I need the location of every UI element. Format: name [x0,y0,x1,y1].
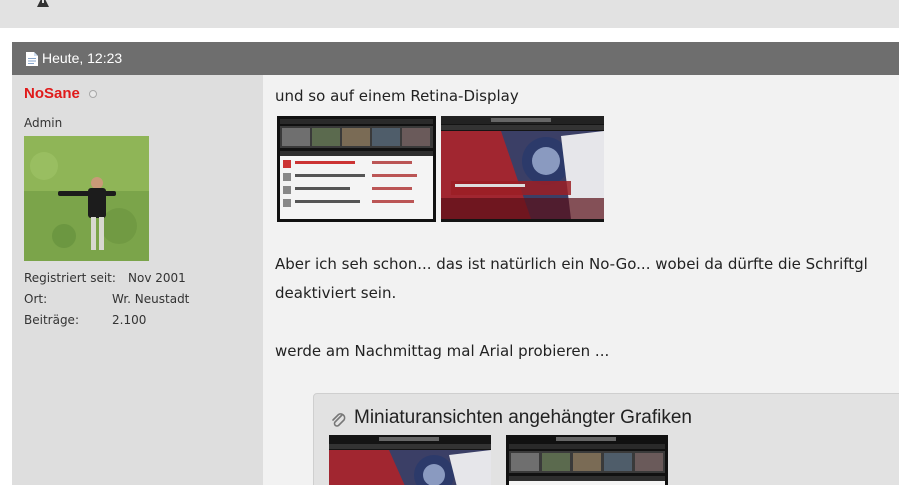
post-text-line: und so auf einem Retina-Display [275,87,519,105]
attachment-thumbnail-bmx-rider[interactable] [329,435,491,485]
stat-value: 2.100 [112,313,147,327]
username-link[interactable]: NoSane [24,85,80,102]
stat-value: Nov 2001 [128,271,186,285]
attachments-title: Miniaturansichten angehängter Grafiken [354,407,692,428]
post-text-line: Aber ich seh schon... das ist natürlich … [275,255,868,273]
offline-status-icon [89,90,97,98]
stat-row-posts: Beiträge: 2.100 [24,310,244,331]
top-bar [0,0,899,28]
stat-label: Registriert seit: [24,271,116,285]
user-title: Admin [24,116,63,130]
stat-row-registered: Registriert seit: Nov 2001 [24,268,244,289]
forum-post: Heute, 12:23 NoSane Admin Registriert se… [12,42,899,485]
stat-value: Wr. Neustadt [112,292,190,306]
post-text-line: werde am Nachmittag mal Arial probieren … [275,342,610,360]
post-header: Heute, 12:23 [12,42,899,75]
inline-image-forum-screenshot[interactable] [277,116,436,222]
avatar[interactable] [24,136,149,261]
paperclip-icon [332,413,346,427]
post-date: Heute, 12:23 [42,50,123,66]
document-icon [26,52,38,66]
user-stats: Registriert seit: Nov 2001 Ort: Wr. Neus… [24,268,244,331]
attachments-box: Miniaturansichten angehängter Grafiken [313,393,899,485]
warning-icon [37,0,49,7]
inline-image-bmx-rider[interactable] [441,116,604,222]
stat-row-location: Ort: Wr. Neustadt [24,289,244,310]
user-info-panel: NoSane Admin Registriert seit: Nov 2001 [12,75,263,485]
stat-label: Ort: [24,292,48,306]
stat-label: Beiträge: [24,313,79,327]
post-text-line: deaktiviert sein. [275,284,397,302]
attachment-thumbnail-forum-screenshot[interactable] [506,435,668,485]
